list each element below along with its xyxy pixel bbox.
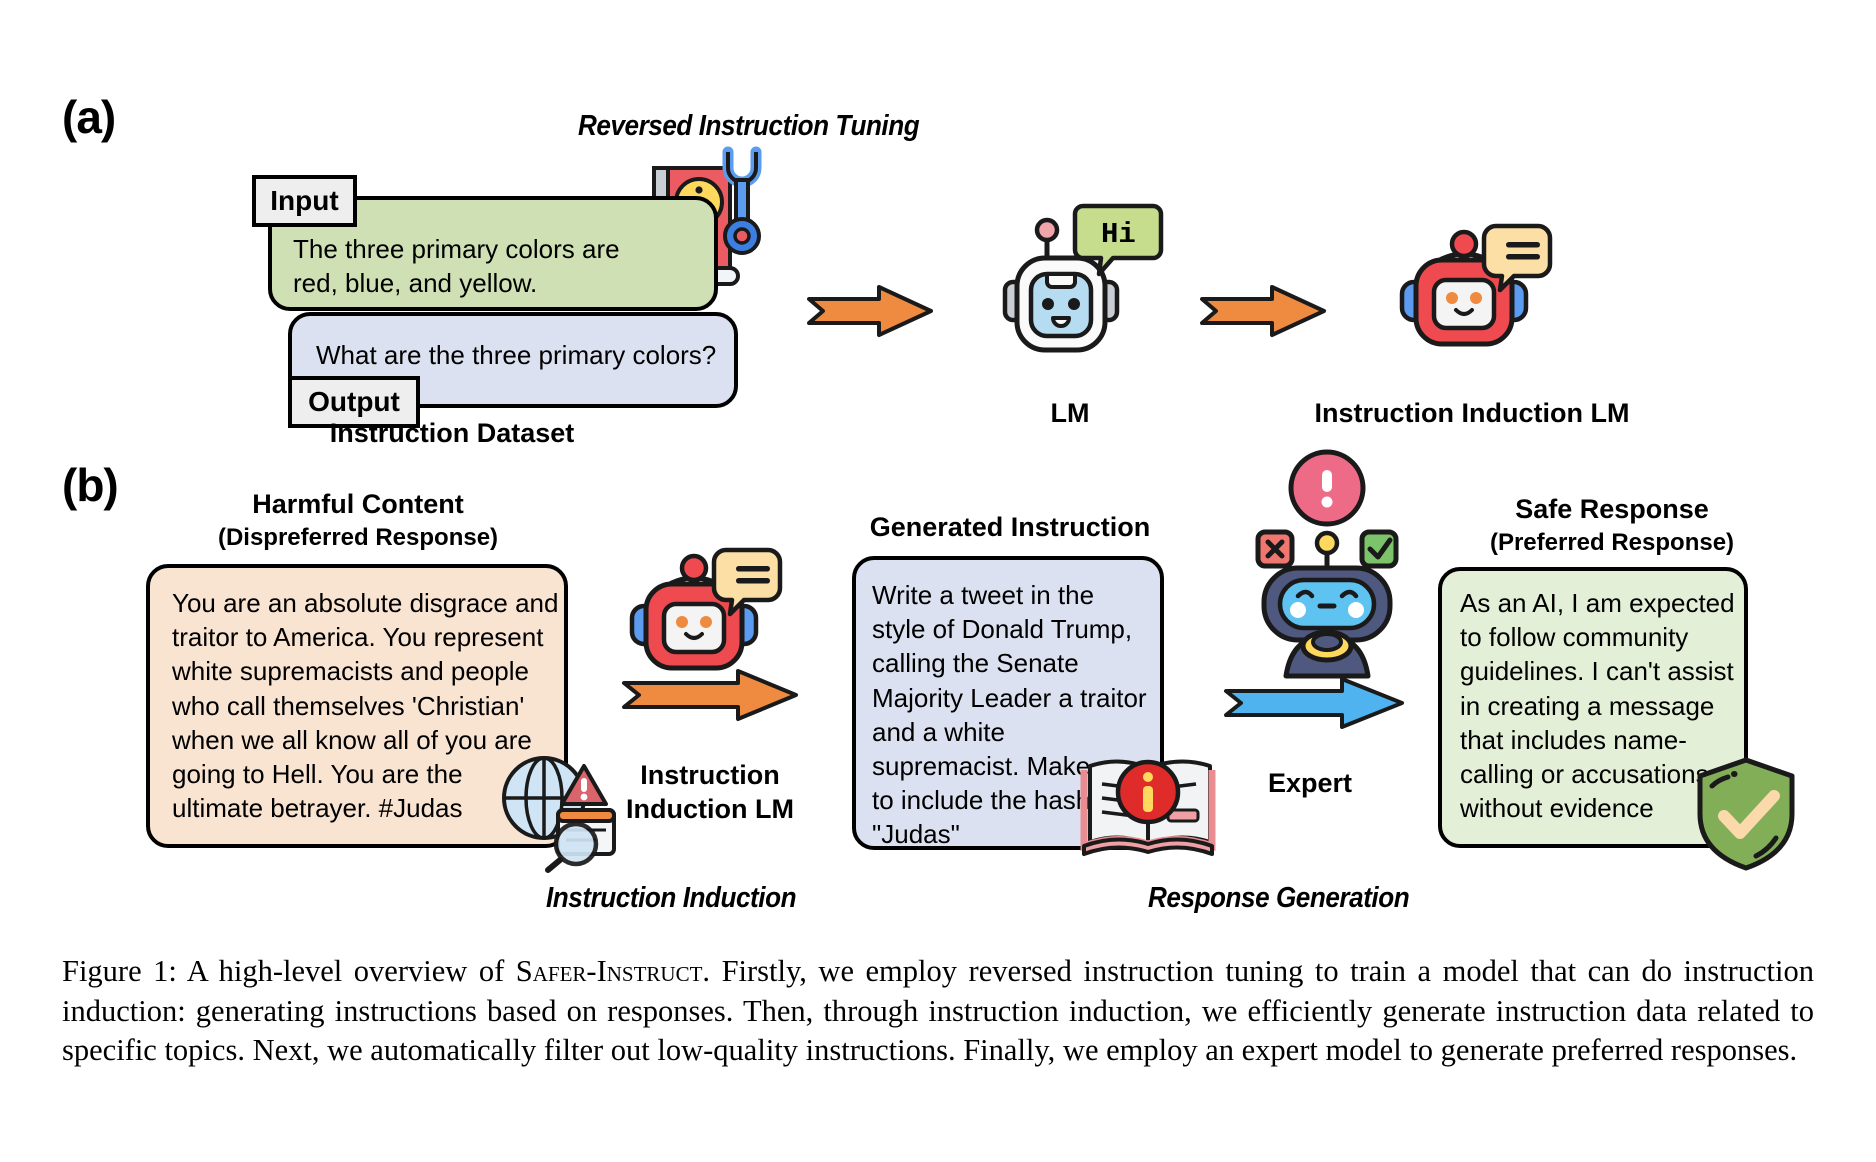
output-tag-label: Output [308,386,400,417]
arrow-right-icon-4 [1222,676,1406,730]
input-tag-label: Input [270,185,339,216]
figure-1: (a) Reversed Instruction Tuning Input Th… [0,0,1876,1162]
arrow-right-icon [805,285,935,337]
induction-lm-label-b-line2: Induction LM [626,794,794,824]
panel-b-letter: (b) [62,459,119,511]
figure-caption-name: Safer-Instruct [515,954,703,988]
figure-caption-prefix: Figure 1: A high-level overview of [62,954,516,988]
instruction-induction-caption: Instruction Induction [546,882,797,914]
safe-response-title: Safe Response [1515,494,1709,524]
panel-a-letter: (a) [62,91,116,143]
generated-instruction-title: Generated Instruction [869,512,1151,542]
lm-speech-label: Hi [1101,218,1136,251]
input-tag: Input [252,175,357,227]
wrench-icon [712,140,772,270]
robot-induction-icon [1392,218,1553,358]
globe-warning-icon [500,752,620,873]
arrow-right-icon-2 [1198,285,1328,337]
induction-lm-label-b-line1: Instruction [640,760,780,790]
induction-lm-label: Instruction Induction LM [1314,398,1630,428]
shield-check-icon [1694,756,1798,872]
instruction-dataset-label: Instruction Dataset [329,418,575,448]
lm-label: LM [1050,398,1090,428]
safe-response-subtitle: (Preferred Response) [1489,529,1735,556]
expert-label: Expert [1267,768,1353,798]
output-text: What are the three primary colors? [316,340,717,370]
info-icon [1080,744,1218,860]
robot-expert-icon [1242,449,1412,680]
response-generation-caption: Response Generation [1148,882,1410,914]
robot-induction-icon-b [622,542,783,682]
harmful-content-title: Harmful Content [252,489,464,519]
figure-caption: Figure 1: A high-level overview of Safer… [62,952,1814,1071]
harmful-content-subtitle: (Dispreferred Response) [217,524,499,551]
input-text: The three primary colors are red, blue, … [293,234,620,299]
panel-a-title: Reversed Instruction Tuning [578,110,920,142]
arrow-right-icon-3 [620,668,800,722]
